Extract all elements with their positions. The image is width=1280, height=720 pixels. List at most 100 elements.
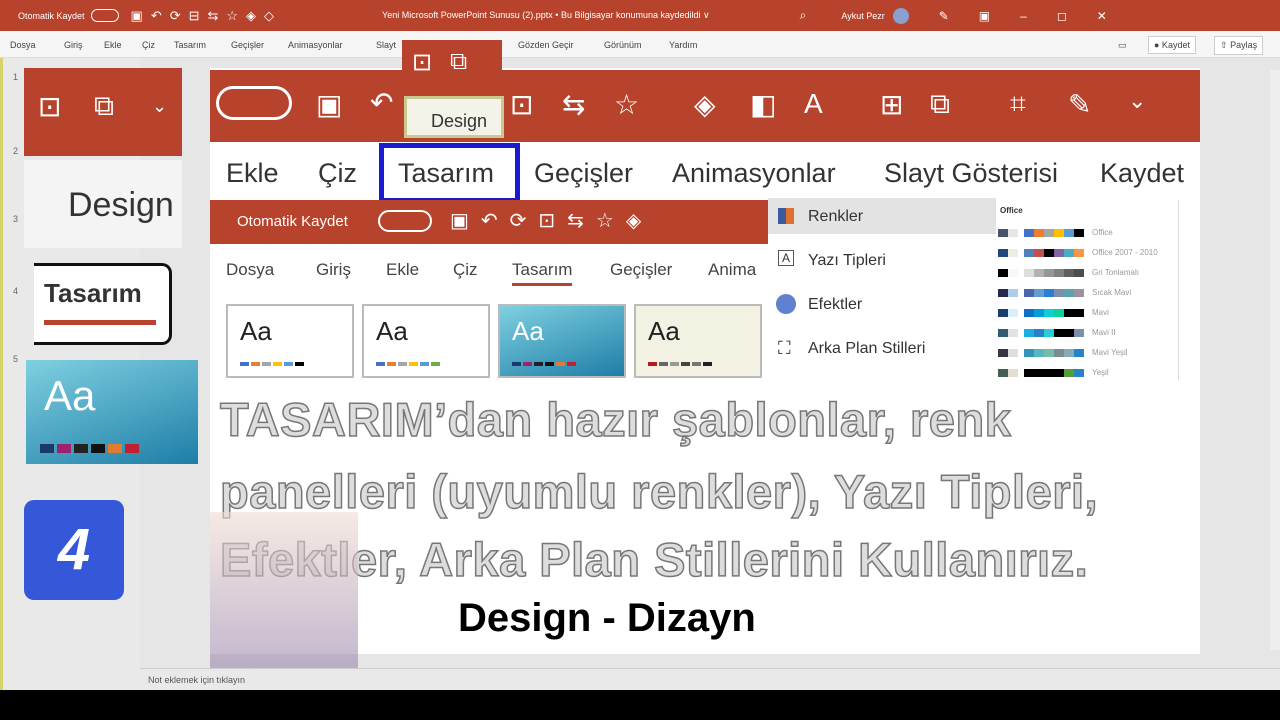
tab-ekle[interactable]: Ekle [104, 40, 122, 50]
search-icon[interactable]: ⌕ [800, 8, 807, 23]
menu-item-yazi-tipleri[interactable]: A Yazı Tipleri [768, 242, 996, 278]
share-label: Paylaş [1230, 40, 1258, 50]
color-swatch [1064, 268, 1074, 277]
design-label: Design [68, 186, 174, 224]
close-button[interactable]: ✕ [1097, 9, 1107, 23]
tab-slayt[interactable]: Slayt [376, 40, 396, 50]
thumb-theme: Aa [26, 360, 198, 464]
color-swatch [1034, 308, 1044, 317]
menu-item-efektler[interactable]: Efektler [768, 286, 996, 322]
color-swatch [1064, 368, 1074, 377]
autosave-label: Otomatik Kaydet [18, 10, 85, 21]
menu-item-arka-plan-stilleri[interactable]: ⛶ Arka Plan Stilleri [768, 330, 996, 366]
palette-name: Office 2007 - 2010 [1092, 248, 1158, 257]
shapes-icon: ⧉ [94, 90, 114, 121]
user-name[interactable]: Aykut Pezr [841, 11, 884, 21]
share-icon: ⇧ [1220, 40, 1228, 50]
floating-toolbar: ⊡ ⧉ [402, 40, 502, 90]
palette-name: Sıcak Mavi [1092, 288, 1132, 297]
color-swatch [1074, 228, 1084, 237]
palette-row[interactable]: Gri Tonlamalı [998, 268, 1139, 277]
eyedropper-icon: ✎ [1068, 89, 1092, 120]
vertical-scrollbar[interactable] [1270, 70, 1280, 650]
color-swatch [1054, 268, 1064, 277]
tab-gecisler[interactable]: Geçişler [231, 40, 264, 50]
palette-row[interactable]: Mavi [998, 308, 1109, 317]
color-swatch [1024, 228, 1034, 237]
color-swatch [1064, 328, 1074, 337]
tab-yardim[interactable]: Yardım [669, 40, 697, 50]
ribbon-display-icon[interactable]: ▣ [979, 9, 990, 23]
minimize-button[interactable]: – [1020, 9, 1027, 23]
color-bars [376, 362, 440, 366]
zoomed-tab-slayt-gosterisi: Slayt Gösterisi [884, 158, 1059, 188]
number-badge: 4 [24, 500, 124, 600]
pen-icon[interactable]: ✎ [939, 9, 949, 23]
palette-name: Gri Tonlamalı [1092, 268, 1139, 277]
palette-row[interactable]: Sıcak Mavi [998, 288, 1131, 297]
palette-name: Yeşil [1092, 368, 1109, 377]
maximize-button[interactable]: ◻ [1057, 9, 1067, 23]
tab-ciz[interactable]: Çiz [142, 40, 155, 50]
autosave-toggle[interactable] [90, 9, 119, 22]
comments-icon[interactable]: ▭ [1118, 40, 1127, 51]
color-swatch [1024, 308, 1034, 317]
color-swatch [1054, 348, 1064, 357]
tab-tasarim[interactable]: Tasarım [174, 40, 206, 50]
color-swatch [1034, 348, 1044, 357]
color-swatch [1024, 348, 1034, 357]
theme-aa: Aa [44, 372, 96, 419]
document-title[interactable]: Yeni Microsoft PowerPoint Sunusu (2).ppt… [382, 10, 710, 21]
color-swatch [1008, 308, 1018, 317]
tab-animasyonlar[interactable]: Animasyonlar [288, 40, 343, 50]
color-swatch [1064, 248, 1074, 257]
color-swatch [1034, 368, 1044, 377]
inner-title-bar: Otomatik Kaydet ▣↶⟳⊡⇆☆◈ [210, 200, 770, 244]
menu-item-renkler[interactable]: Renkler [768, 198, 996, 234]
inner-tabs: Dosya Giriş Ekle Çiz Tasarım Geçişler An… [210, 246, 770, 294]
avatar[interactable] [892, 7, 909, 24]
slide-number: 1 [13, 72, 19, 82]
inner-tab: Giriş [316, 260, 351, 279]
tab-gorunum[interactable]: Görünüm [604, 40, 642, 50]
palette-row[interactable]: Office 2007 - 2010 [998, 248, 1158, 257]
color-swatch [1074, 288, 1084, 297]
color-swatch [1034, 288, 1044, 297]
thumb-toolbar: ⊡ ⧉ ⌄ [24, 68, 182, 156]
quick-access-icons[interactable]: ▣↶⟳⊟⇆☆◈◇ [131, 8, 283, 24]
color-swatch [1008, 248, 1018, 257]
tab-dosya[interactable]: Dosya [10, 40, 36, 50]
zoomed-tab-animasyonlar: Animasyonlar [672, 158, 836, 188]
palette-row[interactable]: Mavi II [998, 328, 1116, 337]
menu-label: Efektler [808, 296, 863, 313]
color-swatch [1008, 328, 1018, 337]
theme-aa: Aa [240, 316, 272, 346]
palette-row[interactable]: Yeşil [998, 368, 1109, 377]
color-swatch [1008, 268, 1018, 277]
palette-row[interactable]: Mavi Yeşil [998, 348, 1128, 357]
undo-icon: ↶ [370, 87, 394, 118]
inner-toolbar-icons: ▣↶⟳⊡⇆☆◈ [450, 210, 654, 232]
share-button[interactable]: ⇧ Paylaş [1214, 36, 1264, 55]
thumb-design: Design [24, 160, 182, 248]
tab-giris[interactable]: Giriş [64, 40, 83, 50]
notes-pane[interactable]: Not eklemek için tıklayın [140, 668, 1280, 690]
table-icon: ⇆ [562, 89, 586, 120]
palette-name: Mavi Yeşil [1092, 348, 1128, 357]
color-swatch [998, 288, 1008, 297]
save-button[interactable]: ● Kaydet [1148, 36, 1196, 54]
chevron-down-icon: ⌄ [152, 96, 168, 116]
palette-name: Mavi [1092, 308, 1109, 317]
inner-tab: Geçişler [610, 260, 673, 279]
scrollbar[interactable] [1178, 200, 1186, 380]
tab-gozden-gecir[interactable]: Gözden Geçir [518, 40, 574, 50]
color-swatch [1074, 248, 1084, 257]
color-swatch [1074, 328, 1084, 337]
arrange-icon: ◧ [750, 89, 777, 120]
slide-text-line2: panelleri (uyumlu renkler), Yazı Tipleri… [219, 464, 1099, 519]
title-bar: Otomatik Kaydet ▣↶⟳⊟⇆☆◈◇ Yeni Microsoft … [0, 0, 1280, 31]
color-bars [512, 362, 576, 366]
palette-row[interactable]: Office [998, 228, 1113, 237]
color-swatch [1024, 328, 1034, 337]
color-swatch [1008, 288, 1018, 297]
